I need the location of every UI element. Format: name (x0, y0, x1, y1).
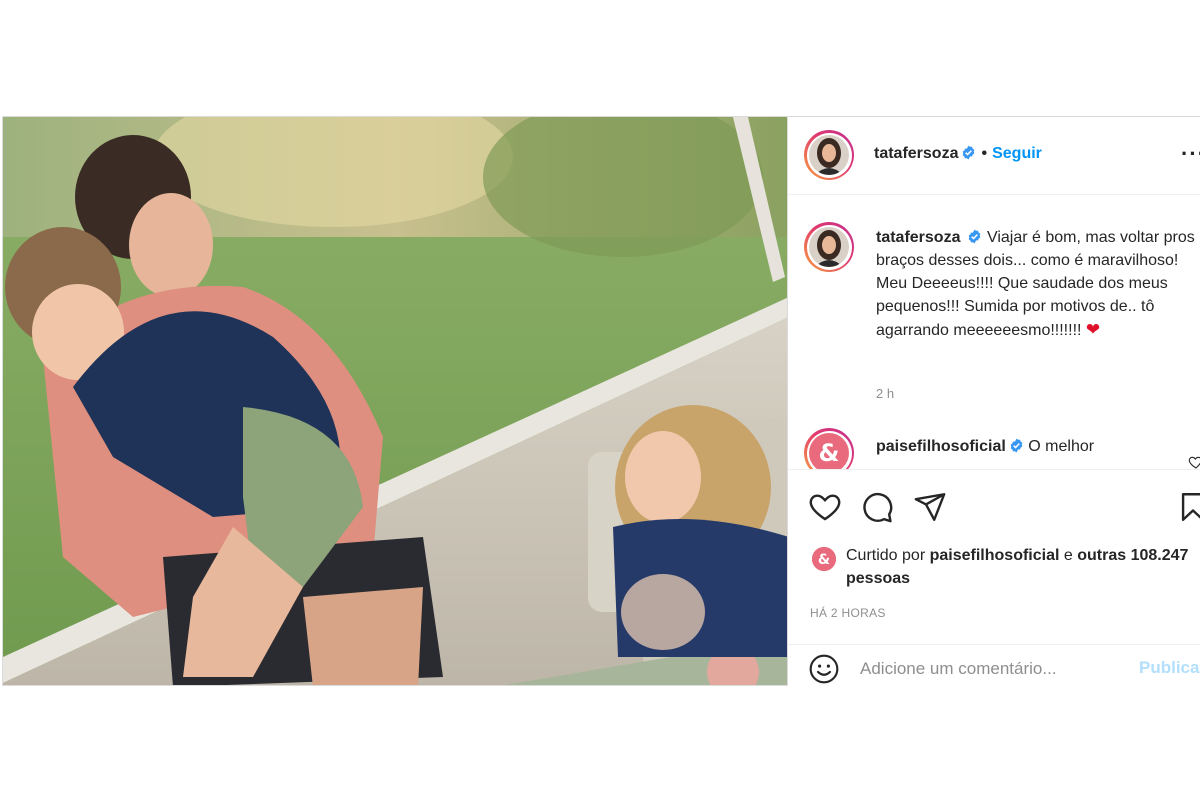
commenter-username[interactable]: paisefilhosoficial (876, 438, 1006, 455)
author-avatar[interactable] (804, 130, 854, 180)
verified-badge-icon (969, 229, 981, 244)
author-username[interactable]: tatafersoza (874, 145, 958, 162)
author-avatar-image (809, 135, 849, 175)
verified-badge-icon (963, 145, 975, 160)
caption-author-avatar[interactable] (804, 222, 854, 272)
liker-avatar[interactable]: & (812, 547, 836, 571)
emoji-icon[interactable] (808, 653, 840, 685)
comment-input[interactable] (860, 655, 1120, 683)
post-actions-area: & Curtido por paisefilhosoficial e outra… (788, 469, 1200, 686)
header-user-line: tatafersoza • Seguir (874, 145, 1042, 163)
comment-text: O melhor (1028, 438, 1095, 455)
commenter-avatar-image: & (809, 433, 849, 469)
post-photo-illustration (3, 117, 787, 685)
add-comment-form: Publicar (788, 644, 1200, 686)
share-icon[interactable] (913, 490, 947, 524)
like-comment-heart-icon[interactable] (1188, 454, 1200, 469)
liker-avatar-image: & (812, 547, 836, 571)
more-options-icon[interactable]: ··· (1181, 143, 1200, 165)
liked-by-connector: e (1063, 547, 1073, 564)
heart-icon[interactable] (808, 490, 842, 524)
svg-text:&: & (819, 439, 840, 467)
svg-text:&: & (818, 552, 830, 568)
comment-icon[interactable] (860, 490, 894, 524)
post-header: tatafersoza •Seguir ··· (788, 117, 1200, 195)
caption-time[interactable]: 2 h (876, 386, 894, 401)
bookmark-icon[interactable] (1176, 490, 1200, 524)
post-timestamp[interactable]: HÁ 2 HORAS (810, 606, 886, 620)
commenter-avatar[interactable]: & (804, 428, 854, 469)
publish-button[interactable]: Publicar (1139, 658, 1200, 678)
caption-username[interactable]: tatafersoza (876, 229, 960, 246)
comments-list[interactable]: tatafersoza Viajar é bom, mas voltar pro… (788, 196, 1200, 469)
post-caption: tatafersoza Viajar é bom, mas voltar pro… (876, 226, 1200, 342)
red-heart-emoji: ❤ (1085, 320, 1101, 339)
post-photo[interactable] (2, 116, 788, 686)
liked-by-prefix: Curtido por (846, 547, 926, 564)
verified-badge-icon (1010, 438, 1023, 453)
caption-avatar-image (809, 227, 849, 267)
post-side-panel: tatafersoza •Seguir ··· tatafersoza Viaja… (788, 116, 1200, 686)
separator-dot: • (981, 145, 988, 162)
likes-summary: & Curtido por paisefilhosoficial e outra… (812, 544, 1192, 590)
follow-button[interactable]: Seguir (992, 145, 1042, 162)
liked-by-user[interactable]: paisefilhosoficial (930, 547, 1060, 564)
comment: paisefilhosoficial O melhor (876, 436, 1196, 458)
